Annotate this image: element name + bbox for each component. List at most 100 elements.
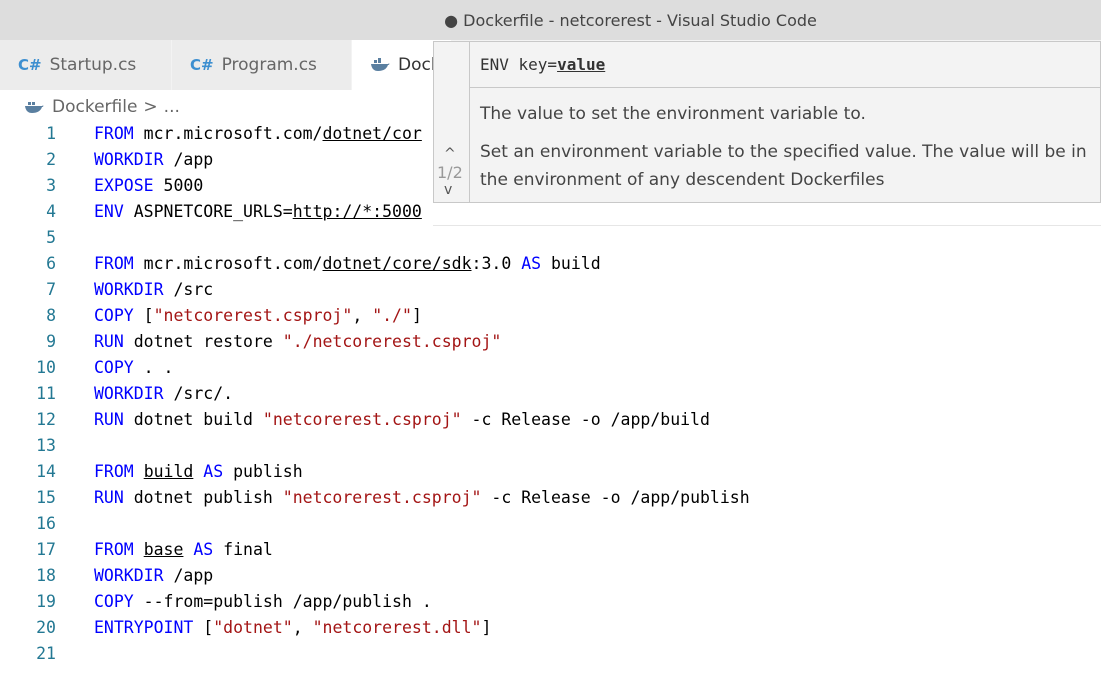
code-text: ] [481, 618, 492, 637]
keyword: FROM [94, 254, 134, 273]
instruction-doc: Set an environment variable to the speci… [480, 142, 1087, 190]
code-text: [ [133, 306, 154, 325]
code-line: 14 FROM build AS publish [0, 459, 1101, 485]
line-number: 15 [36, 488, 56, 507]
csharp-icon: C# [18, 56, 42, 74]
keyword: RUN [94, 410, 124, 429]
code-text: dotnet restore [123, 332, 283, 351]
code-text: :3.0 [471, 254, 522, 273]
code-line: 16 [0, 511, 1101, 537]
code-text: 5000 [153, 176, 204, 195]
line-number: 3 [46, 176, 56, 195]
line-number: 4 [46, 202, 56, 221]
hover-description: The value to set the environment variabl… [480, 100, 1090, 204]
code-line: 6 FROM mcr.microsoft.com/dotnet/core/sdk:… [0, 251, 1101, 277]
code-text: /src/. [163, 384, 234, 403]
code-text: dotnet publish [123, 488, 283, 507]
code-line: 18 WORKDIR /app [0, 563, 1101, 589]
code-text: ] [411, 306, 422, 325]
line-number: 1 [46, 124, 56, 143]
code-link[interactable]: dotnet/core/sdk [323, 254, 472, 273]
keyword: RUN [94, 332, 124, 351]
code-line: 20 ENTRYPOINT ["dotnet", "netcorerest.dll… [0, 615, 1101, 641]
code-text: , [352, 306, 373, 325]
signature-header: ENV key= value [470, 42, 1100, 88]
code-text: /src [163, 280, 214, 299]
line-number: 6 [46, 254, 56, 273]
code-line: 19 COPY --from=publish /app/publish . [0, 589, 1101, 615]
line-number: 14 [36, 462, 56, 481]
keyword: WORKDIR [94, 566, 164, 585]
signature-prefix: ENV key= [480, 55, 558, 74]
code-text: dotnet build [123, 410, 263, 429]
code-link[interactable]: http://*:5000 [293, 202, 422, 221]
keyword: FROM [94, 462, 134, 481]
keyword: COPY [94, 306, 134, 325]
code-line: 12 RUN dotnet build "netcorerest.csproj" … [0, 407, 1101, 433]
code-text: -c Release -o /app/publish [481, 488, 750, 507]
chevron-down-icon[interactable]: v [444, 182, 452, 198]
keyword: COPY [94, 592, 134, 611]
keyword: AS [203, 462, 224, 481]
code-link[interactable]: base [144, 540, 184, 559]
breadcrumb-more[interactable]: ... [164, 97, 180, 117]
breadcrumb-separator: > [143, 97, 158, 117]
keyword: ENV [94, 202, 124, 221]
signature-param: value [557, 55, 606, 74]
line-number: 9 [46, 332, 56, 351]
keyword: ENTRYPOINT [94, 618, 194, 637]
code-text: /app [163, 150, 214, 169]
line-number: 11 [36, 384, 56, 403]
signature-nav: ^ 1/2 v [434, 42, 470, 202]
chevron-up-icon[interactable]: ^ [444, 146, 456, 162]
code-text: final [213, 540, 273, 559]
code-text: , [292, 618, 313, 637]
code-text: . . [133, 358, 174, 377]
code-link[interactable]: dotnet/cor [323, 124, 422, 143]
breadcrumb-file[interactable]: Dockerfile [52, 97, 137, 117]
code-text: ASPNETCORE_URLS= [123, 202, 293, 221]
tab-label: Startup.cs [49, 55, 137, 75]
code-line: 21 [0, 641, 1101, 667]
line-number: 7 [46, 280, 56, 299]
tab-label: Program.cs [221, 55, 317, 75]
keyword: WORKDIR [94, 384, 164, 403]
tab-program-cs[interactable]: C# Program.cs [172, 40, 352, 90]
keyword: EXPOSE [94, 176, 154, 195]
tab-startup-cs[interactable]: C# Startup.cs [0, 40, 172, 90]
line-number: 17 [36, 540, 56, 559]
code-text: mcr.microsoft.com/ [133, 254, 323, 273]
code-line: 17 FROM base AS final [0, 537, 1101, 563]
breadcrumb: Dockerfile > ... [24, 94, 180, 120]
docker-icon [371, 58, 390, 71]
csharp-icon: C# [190, 56, 214, 74]
code-line: 5 [0, 225, 1101, 251]
string-literal: "netcorerest.csproj" [282, 488, 482, 507]
line-number: 12 [36, 410, 56, 429]
code-text: /app [163, 566, 214, 585]
keyword: FROM [94, 124, 134, 143]
line-number: 5 [46, 228, 56, 247]
code-text: mcr.microsoft.com/ [133, 124, 323, 143]
docker-icon [25, 102, 44, 113]
line-number: 2 [46, 150, 56, 169]
line-number: 18 [36, 566, 56, 585]
keyword: AS [521, 254, 542, 273]
string-literal: "./netcorerest.csproj" [282, 332, 502, 351]
title-bar: ● Dockerfile - netcorerest - Visual Stud… [0, 0, 1101, 40]
line-number: 8 [46, 306, 56, 325]
code-line: 7 WORKDIR /src [0, 277, 1101, 303]
line-number: 19 [36, 592, 56, 611]
code-line: 13 [0, 433, 1101, 459]
code-text: [ [193, 618, 214, 637]
string-literal: "dotnet" [213, 618, 293, 637]
code-text: publish [223, 462, 303, 481]
keyword: FROM [94, 540, 134, 559]
signature-counter: 1/2 [437, 163, 463, 182]
code-line: 11 WORKDIR /src/. [0, 381, 1101, 407]
code-line: 8 COPY ["netcorerest.csproj", "./"] [0, 303, 1101, 329]
code-text: -c Release -o /app/build [461, 410, 710, 429]
code-link[interactable]: build [144, 462, 194, 481]
string-literal: "netcorerest.csproj" [262, 410, 462, 429]
